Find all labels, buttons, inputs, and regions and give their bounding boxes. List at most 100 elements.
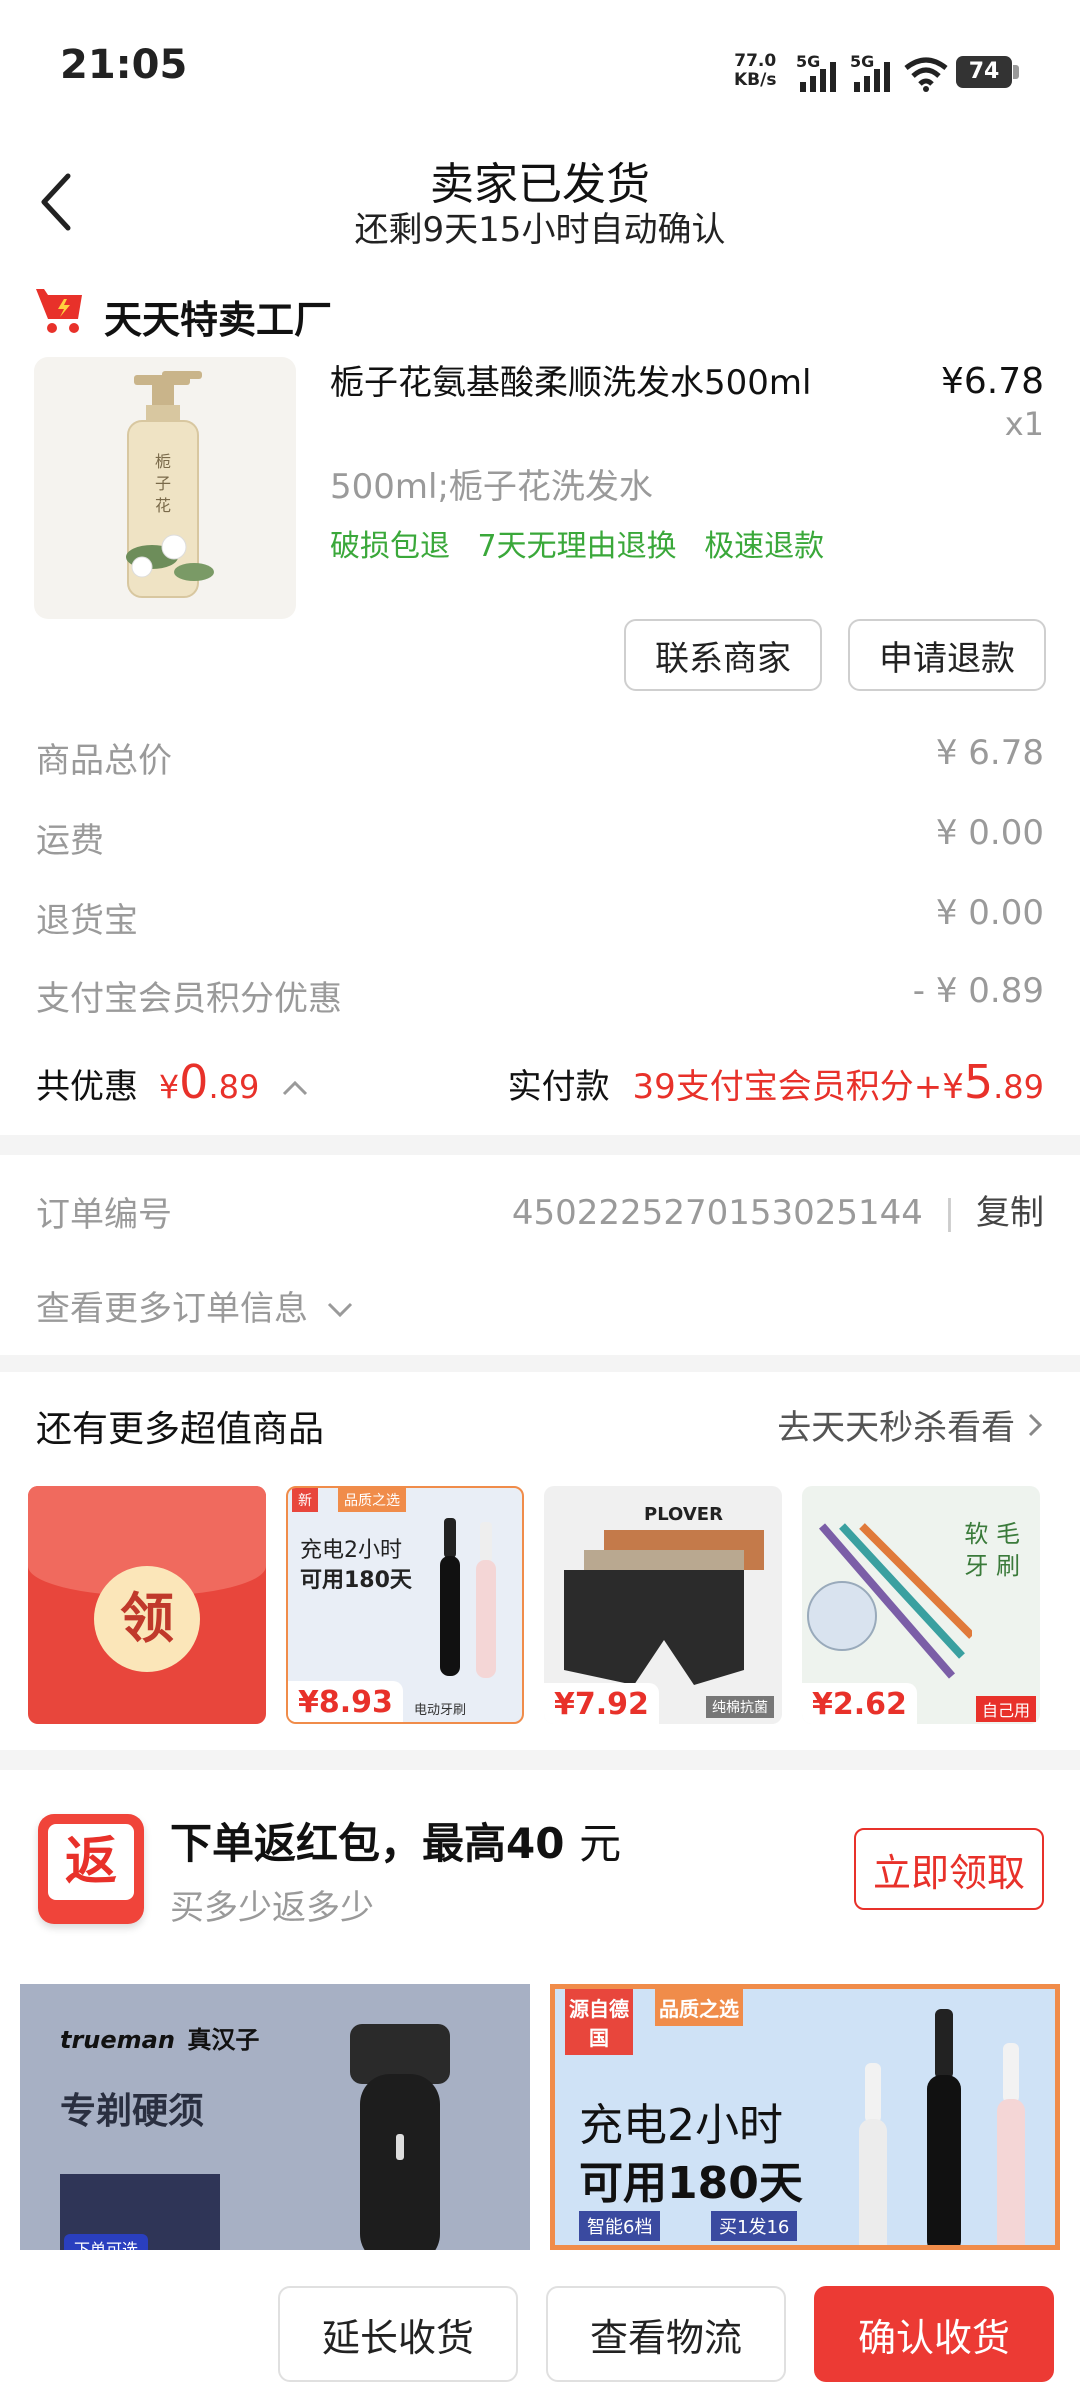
order-info-section: 订单编号 4502225270153025144 | 复制 查看更多订单信息 <box>0 1155 1080 1355</box>
page-header: 卖家已发货 还剩9天15小时自动确认 <box>0 130 1080 265</box>
promo-toothbrush[interactable]: 源自德国 品质之选 充电2小时 可用180天 智能6档 买1发16 <box>550 1984 1060 2250</box>
order-number-label: 订单编号 <box>36 1195 172 1235</box>
svg-text:栀: 栀 <box>155 452 171 471</box>
summary-value-alipay-points: - ¥ 0.89 <box>912 971 1044 1011</box>
rec-item-line1: 软 毛 <box>964 1520 1020 1548</box>
view-logistics-button[interactable]: 查看物流 <box>546 2286 786 2382</box>
order-number: 4502225270153025144 <box>511 1193 923 1233</box>
rec-item-caption: 自己用 <box>975 1696 1036 1722</box>
summary-label-shipping: 运费 <box>36 821 104 861</box>
rec-item-soft-toothbrush[interactable]: 软 毛 牙 刷 自己用 ¥2.62 <box>802 1486 1040 1724</box>
bottom-action-bar: 延长收货 查看物流 确认收货 <box>0 2250 1080 2400</box>
promo-toothbrush-image <box>859 2009 1025 2245</box>
underwear-image <box>564 1530 764 1685</box>
discount-int: 0 <box>179 1055 209 1109</box>
rec-badge-quality: 品质之选 <box>338 1488 406 1512</box>
promo-chip-bundle: 买1发16 <box>711 2211 798 2241</box>
service-tag: 破损包退 <box>330 529 450 564</box>
shop-name[interactable]: 天天特卖工厂 <box>104 289 332 344</box>
promo-badge-origin: 源自德国 <box>565 1989 633 2055</box>
cashback-banner[interactable]: 返 下单返红包，最高40 元 买多少返多少 立即领取 <box>0 1770 1080 1960</box>
paid-int: 5 <box>963 1055 994 1109</box>
battery-tip <box>1013 65 1019 79</box>
chevron-up-icon <box>283 1080 308 1096</box>
page-subtitle: 还剩9天15小时自动确认 <box>354 210 726 250</box>
summary-value-total: ¥ 6.78 <box>935 733 1044 773</box>
summary-label-alipay-points: 支付宝会员积分优惠 <box>36 979 342 1019</box>
product-spec: 500ml;栀子花洗发水 <box>330 467 653 507</box>
total-discount[interactable]: 共优惠 ¥0.89 <box>36 1055 310 1109</box>
summary-label-return-insurance: 退货宝 <box>36 901 138 941</box>
signal-icon-2 <box>854 62 890 92</box>
rec-item-caption: 电动牙刷 <box>414 1703 467 1718</box>
summary-label-total: 商品总价 <box>36 741 172 781</box>
recommend-title: 还有更多超值商品 <box>36 1409 325 1450</box>
svg-text:子: 子 <box>155 474 171 493</box>
promo-shaver-headline: 专剃硬须 <box>60 2091 205 2132</box>
product-title[interactable]: 栀子花氨基酸柔顺洗发水500ml <box>330 355 811 404</box>
rec-item-price: ¥8.93 <box>288 1681 403 1722</box>
cashback-title-text: 下单返红包，最高 <box>170 1819 507 1868</box>
cashback-amount: 40 <box>506 1819 565 1868</box>
extend-receipt-button[interactable]: 延长收货 <box>278 2286 518 2382</box>
product-image[interactable]: 栀 子 花 <box>34 357 296 619</box>
shaver-image <box>350 2024 450 2250</box>
order-number-row: 4502225270153025144 | 复制 <box>512 1185 1044 1234</box>
network-speed-value: 77.0 <box>734 51 777 71</box>
rec-item-line2: 牙 刷 <box>964 1552 1020 1580</box>
network-speed: 77.0 KB/s <box>734 52 776 90</box>
paid-points: 39支付宝会员积分+¥ <box>632 1067 964 1107</box>
copy-button[interactable]: 复制 <box>976 1193 1044 1233</box>
coupon-claim-icon: 领 <box>94 1566 200 1672</box>
rec-item-toothbrush[interactable]: 新 品质之选 充电2小时 可用180天 电动牙刷 ¥8.93 <box>286 1486 524 1724</box>
recommend-more-link[interactable]: 去天天秒杀看看 <box>777 1400 1044 1449</box>
promo-shaver-brand-cn: 真汉子 <box>187 2026 260 2054</box>
promo-shaver-tag: 下单可选 <box>64 2234 149 2250</box>
cashback-title: 下单返红包，最高40 元 <box>170 1810 621 1871</box>
service-tag: 极速退款 <box>704 529 825 564</box>
request-refund-button[interactable]: 申请退款 <box>848 619 1046 691</box>
promo-banners: trueman 真汉子 专剃硬须 下单可选 源自德国 品质之选 充电2小时 可用… <box>0 1960 1080 2250</box>
cashback-icon-text: 返 <box>48 1824 134 1900</box>
contact-seller-button[interactable]: 联系商家 <box>624 619 822 691</box>
network-speed-unit: KB/s <box>734 70 777 90</box>
shop-cart-icon <box>36 289 82 333</box>
cashback-subtitle: 买多少返多少 <box>170 1888 374 1928</box>
promo-shaver-brand: trueman 真汉子 <box>60 2020 259 2055</box>
toothbrush-image <box>440 1518 496 1678</box>
total-discount-label: 共优惠 <box>36 1067 138 1107</box>
product-price: ¥6.78 <box>940 361 1044 402</box>
paid-dec: .89 <box>993 1068 1044 1106</box>
promo-badge-quality: 品质之选 <box>655 1989 743 2026</box>
chevron-down-icon <box>327 1302 352 1318</box>
promo-toothbrush-line1: 充电2小时 <box>579 2100 783 2151</box>
product-service-tags: 破损包退 7天无理由退换 极速退款 <box>330 521 842 565</box>
promo-toothbrush-line2: 可用180天 <box>579 2158 803 2209</box>
summary-value-return-insurance: ¥ 0.00 <box>935 893 1044 933</box>
paid-label: 实付款 <box>507 1067 610 1107</box>
product-quantity: x1 <box>1004 405 1044 443</box>
confirm-receipt-button[interactable]: 确认收货 <box>814 2286 1054 2382</box>
rec-badge-new: 新 <box>292 1488 318 1512</box>
discount-currency: ¥ <box>158 1068 180 1106</box>
more-order-info[interactable]: 查看更多订单信息 <box>36 1281 355 1330</box>
signal-icon <box>800 62 836 92</box>
cashback-unit: 元 <box>579 1819 622 1868</box>
promo-shaver[interactable]: trueman 真汉子 专剃硬须 下单可选 <box>20 1984 530 2250</box>
recommend-section: 还有更多超值商品 去天天秒杀看看 领 新 品质之选 充电2小时 可用180天 电… <box>0 1372 1080 1750</box>
rec-item-price: ¥7.92 <box>544 1683 659 1724</box>
recommend-more-label: 去天天秒杀看看 <box>777 1408 1016 1448</box>
battery-icon: 74 <box>956 56 1012 88</box>
wifi-icon <box>904 57 948 92</box>
promo-shaver-brand-en: trueman <box>60 2026 175 2054</box>
claim-now-button[interactable]: 立即领取 <box>854 1828 1044 1910</box>
shampoo-bottle-image: 栀 子 花 <box>126 371 214 598</box>
rec-item-line1: 充电2小时 <box>300 1538 402 1563</box>
summary-value-shipping: ¥ 0.00 <box>935 813 1044 853</box>
coupon-card[interactable]: 领 <box>28 1486 266 1724</box>
svg-text:花: 花 <box>155 496 171 515</box>
cashback-icon: 返 <box>38 1814 144 1924</box>
chevron-right-icon <box>1028 1413 1043 1437</box>
rec-item-underwear[interactable]: PLOVER 纯棉抗菌 ¥7.92 <box>544 1486 782 1724</box>
divider: | <box>943 1193 956 1233</box>
